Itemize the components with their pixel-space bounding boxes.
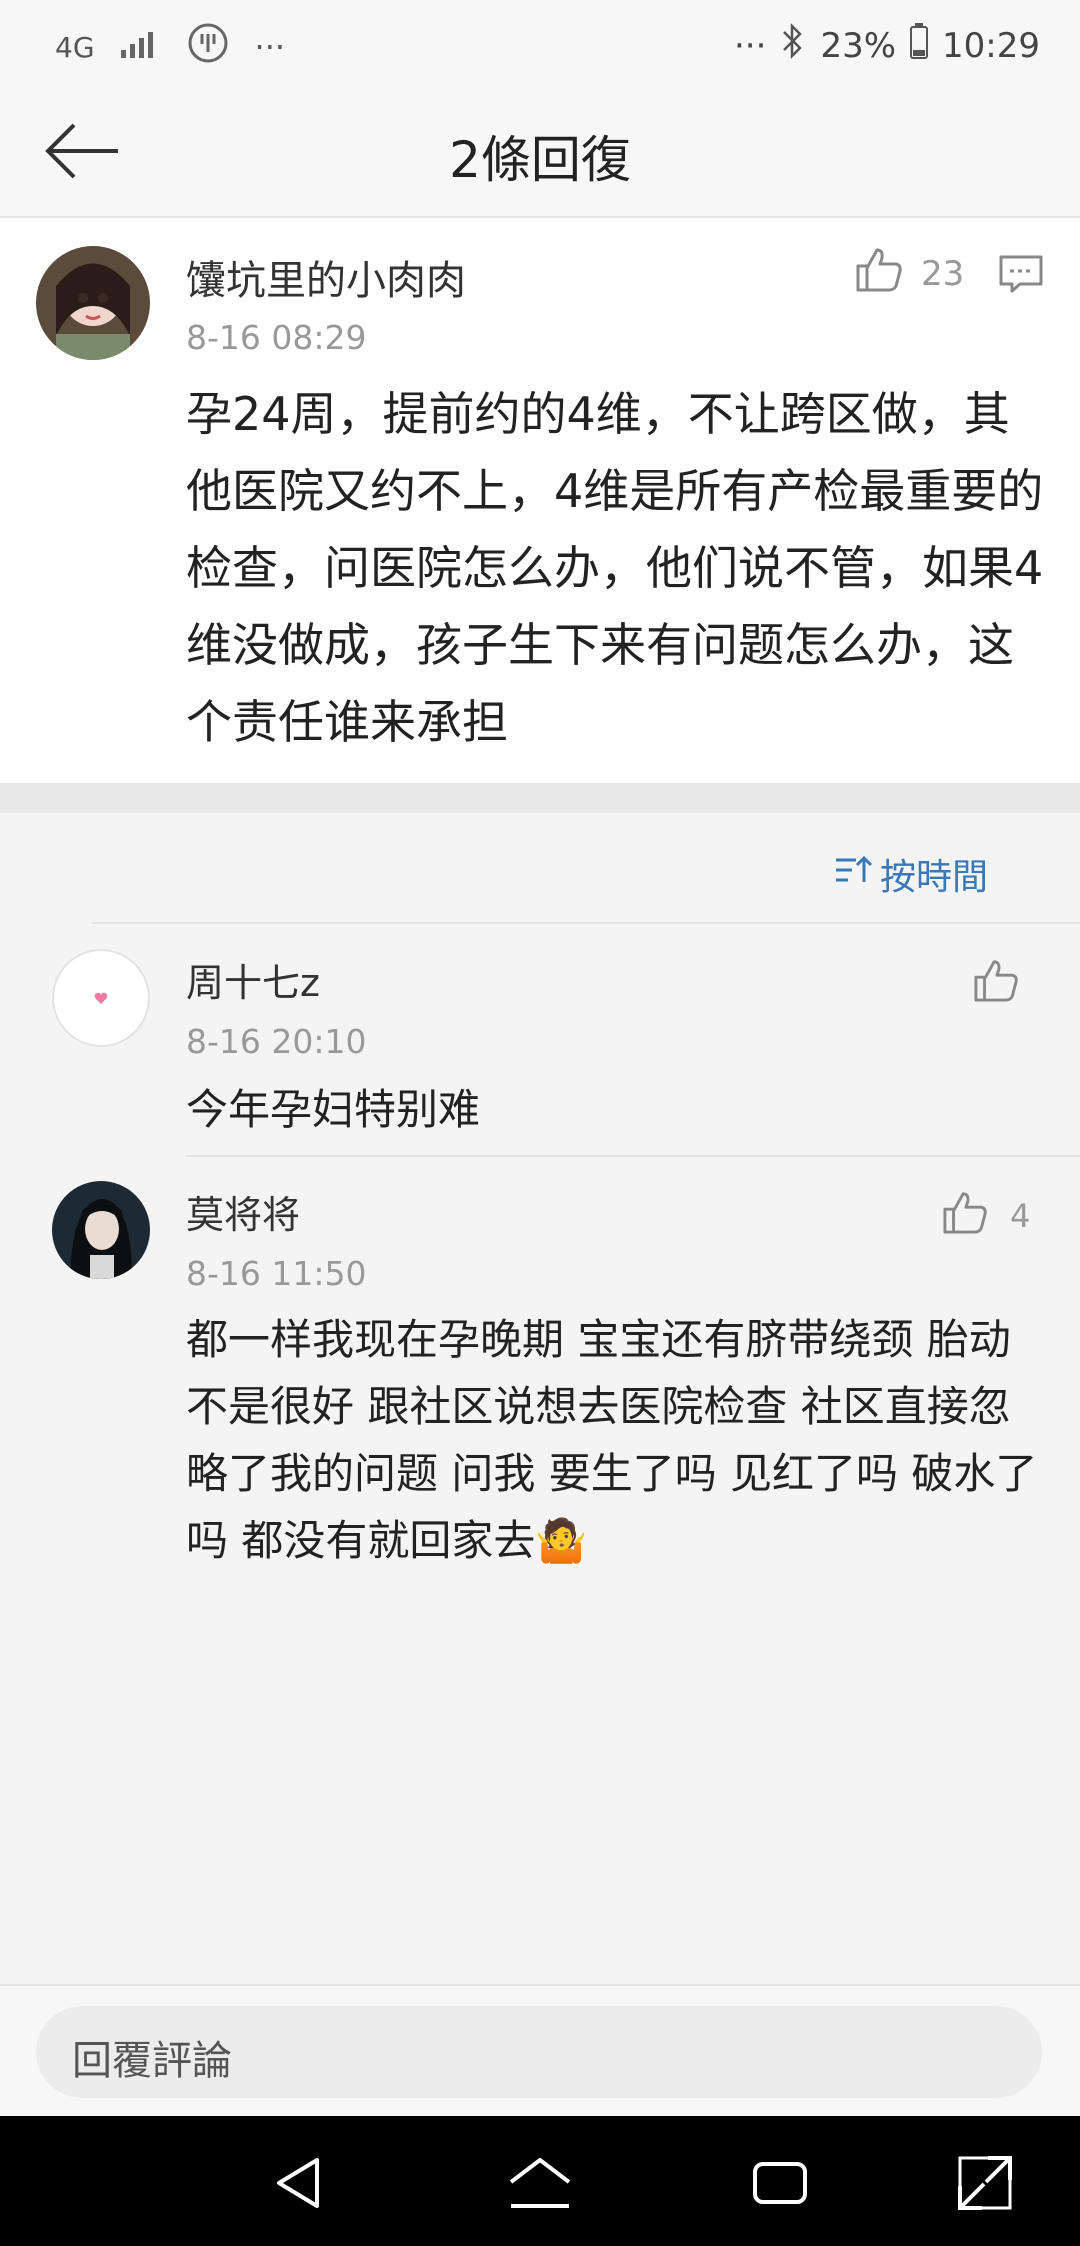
signal-icon — [120, 28, 161, 66]
comment-author[interactable]: 馕坑里的小肉肉 — [186, 248, 466, 306]
like-count: 23 — [921, 253, 965, 294]
reply-button[interactable] — [998, 254, 1044, 298]
nav-home-icon — [505, 2158, 575, 2222]
page-title: 2條回復 — [449, 131, 631, 189]
like-button[interactable]: 23 — [855, 246, 964, 301]
reply-text: 都一样我现在孕晚期 宝宝还有脐带绕颈 胎动不是很好 跟社区说想去医院检查 社区直… — [186, 1315, 1038, 1565]
system-nav-bar — [0, 2116, 1080, 2246]
avatar[interactable] — [52, 949, 150, 1047]
thumbs-up-icon — [855, 246, 903, 301]
nav-recents-button[interactable] — [745, 2148, 815, 2218]
reply-text: 今年孕妇特别难 — [186, 1085, 481, 1134]
status-more-left: ··· — [254, 28, 286, 66]
reply-author[interactable]: 莫将将 — [186, 1184, 300, 1239]
like-button[interactable] — [973, 958, 1041, 1010]
reply-input-placeholder: 回覆評論 — [72, 2038, 232, 2084]
nav-back-icon — [265, 2158, 335, 2222]
battery-percent: 23% — [820, 25, 897, 66]
status-more-right: ··· — [734, 25, 767, 66]
battery-icon — [910, 23, 929, 68]
thumbs-up-icon — [942, 1190, 988, 1242]
thumbs-up-icon — [973, 958, 1019, 1010]
top-nav-bar: 2條回復 — [0, 86, 1080, 218]
sort-by-time-button[interactable]: 按時間 — [834, 848, 988, 900]
divider — [92, 922, 1080, 924]
nav-expand-button[interactable] — [950, 2148, 1020, 2218]
reply-time: 8-16 11:50 — [186, 1254, 367, 1293]
main-comment: 馕坑里的小肉肉 8-16 08:29 23 孕24周，提前约的4维，不让跨区做，… — [0, 218, 1080, 783]
clock: 10:29 — [942, 25, 1040, 66]
nav-recents-icon — [745, 2162, 815, 2222]
reply-input[interactable]: 回覆評論 — [36, 2006, 1042, 2098]
comment-icon — [998, 255, 1044, 298]
bluetooth-icon — [780, 22, 806, 69]
reply-time: 8-16 20:10 — [186, 1022, 367, 1061]
network-type: 4G — [55, 30, 95, 64]
avatar[interactable] — [36, 246, 150, 360]
app-notification-icon — [187, 22, 229, 72]
reply-item: 莫将将 8-16 11:50 都一样我现在孕晚期 宝宝还有脐带绕颈 胎动不是很好… — [0, 1172, 1080, 1592]
nav-back-button[interactable] — [265, 2148, 335, 2218]
reply-author[interactable]: 周十七z — [186, 952, 320, 1007]
reply-item: 周十七z 8-16 20:10 今年孕妇特别难 — [0, 940, 1080, 1155]
like-button[interactable]: 4 — [942, 1190, 1030, 1242]
expand-icon — [950, 2156, 1020, 2222]
comment-time: 8-16 08:29 — [186, 318, 367, 357]
divider — [186, 1155, 1080, 1157]
avatar[interactable] — [52, 1181, 150, 1279]
comment-text: 孕24周，提前约的4维，不让跨区做，其他医院又约不上，4维是所有产检最重要的检查… — [186, 387, 1044, 749]
reply-input-bar: 回覆評論 — [0, 1984, 1080, 2118]
section-divider — [0, 783, 1080, 813]
sort-icon — [834, 854, 873, 895]
nav-home-button[interactable] — [505, 2148, 575, 2218]
status-bar: 4G ··· ··· 23% 10:29 — [0, 0, 1080, 86]
sort-label: 按時間 — [879, 857, 988, 898]
like-count: 4 — [1010, 1197, 1031, 1235]
